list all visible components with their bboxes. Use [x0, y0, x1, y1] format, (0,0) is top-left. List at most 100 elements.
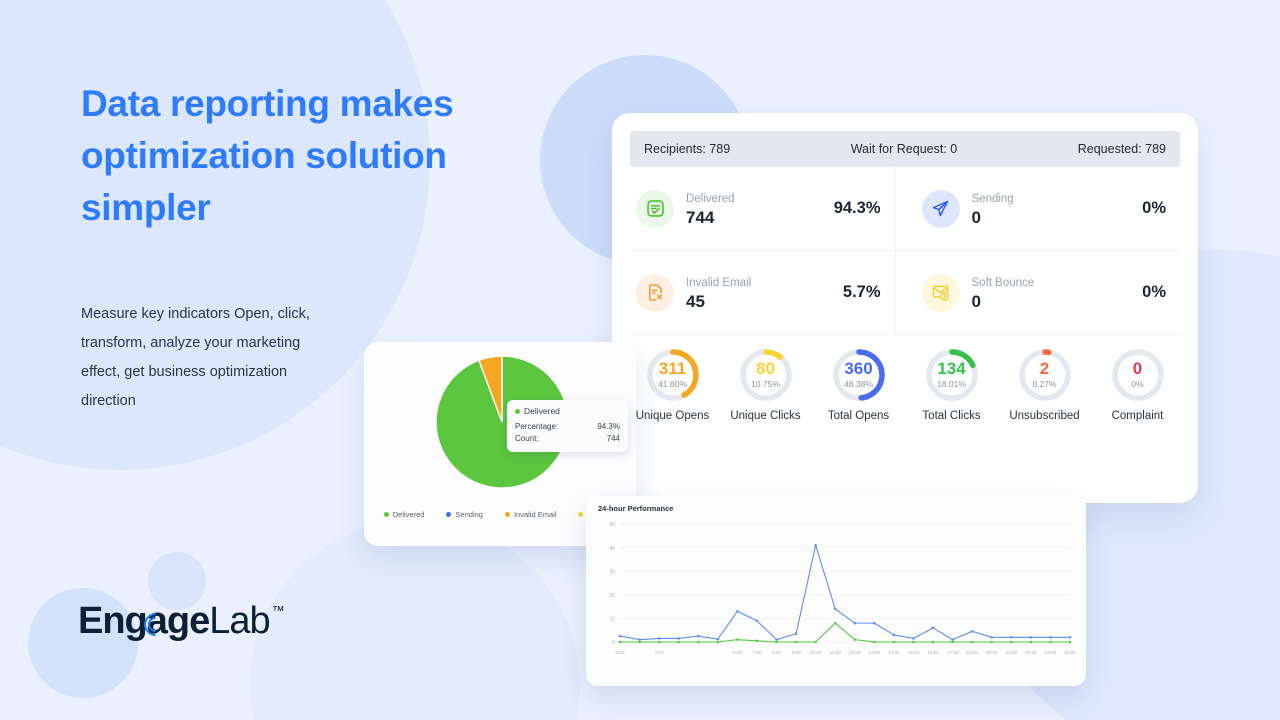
pie-tooltip: Delivered Percentage: 94.3% Count: 744 [507, 400, 628, 452]
gauge-unsubscribed[interactable]: 2 0.27% Unsubscribed [998, 347, 1091, 422]
data-point[interactable] [834, 622, 837, 625]
data-point[interactable] [971, 640, 974, 644]
data-point[interactable] [931, 626, 935, 629]
data-point[interactable] [990, 640, 993, 644]
x-axis-tick-label: 7:00 [752, 650, 761, 655]
gauge-label: Complaint [1111, 410, 1164, 422]
data-point[interactable] [677, 637, 680, 640]
data-point[interactable] [697, 640, 700, 644]
data-point[interactable] [873, 622, 876, 625]
gauge-total-clicks[interactable]: 134 18.01% Total Clicks [905, 347, 998, 422]
gauge-percent: 18.01% [937, 379, 966, 389]
gauge-ring: 134 18.01% [924, 347, 980, 403]
data-point[interactable] [677, 640, 680, 644]
stat-invalid-email[interactable]: Invalid Email 45 5.7% [630, 251, 895, 334]
gauge-unique-clicks[interactable]: 80 10.75% Unique Clicks [719, 347, 812, 422]
gauge-unique-opens[interactable]: 311 41.80% Unique Opens [626, 347, 719, 422]
x-axis-tick-label: 16:00 [927, 650, 939, 655]
x-axis-tick-label: 18:00 [966, 650, 978, 655]
data-point[interactable] [755, 639, 759, 642]
data-point[interactable] [716, 640, 719, 644]
gauge-value: 311 [658, 359, 687, 378]
stat-label: Delivered [686, 193, 735, 205]
stat-grid: Delivered 744 94.3% Sending 0 0% Invalid… [612, 167, 1198, 334]
data-point[interactable] [697, 635, 700, 638]
data-point[interactable] [873, 640, 876, 644]
gauge-complaint[interactable]: 0 0% Complaint [1091, 347, 1184, 422]
data-point[interactable] [638, 640, 641, 644]
tooltip-count-value: 744 [606, 434, 620, 443]
gauge-value: 360 [844, 359, 873, 378]
data-point[interactable] [814, 640, 817, 644]
data-point[interactable] [736, 610, 739, 613]
document-x-icon [636, 273, 674, 312]
tooltip-count-label: Count: [515, 434, 539, 443]
data-point[interactable] [658, 640, 661, 644]
stat-delivered[interactable]: Delivered 744 94.3% [630, 167, 895, 250]
data-point[interactable] [716, 638, 719, 641]
data-point[interactable] [853, 638, 856, 641]
gauge-value: 134 [937, 359, 966, 378]
decorative-circle-bottom [250, 520, 580, 720]
stat-row: Invalid Email 45 5.7% Soft Bounce 0 0% [630, 251, 1180, 334]
paper-plane-icon [921, 189, 960, 228]
data-point[interactable] [971, 630, 974, 633]
data-point[interactable] [794, 632, 798, 635]
legend-dot-icon [504, 512, 510, 517]
data-point[interactable] [1029, 636, 1032, 639]
data-point[interactable] [951, 638, 954, 641]
data-point[interactable] [1049, 636, 1052, 639]
data-point[interactable] [1049, 640, 1052, 644]
data-point[interactable] [755, 619, 759, 622]
x-axis-tick-label: 22:00 [1045, 650, 1057, 655]
stat-value: 0 [971, 208, 981, 227]
data-point[interactable] [775, 638, 778, 641]
gauge-row: 311 41.80% Unique Opens 80 10.75% Unique Clic… [612, 335, 1198, 422]
legend-item-sending[interactable]: Sending [446, 510, 483, 519]
data-point[interactable] [912, 637, 915, 640]
stat-soft-bounce[interactable]: Soft Bounce 0 0% [894, 251, 1181, 334]
gauge-label: Total Clicks [922, 410, 981, 422]
data-point[interactable] [990, 636, 993, 639]
data-point[interactable] [1068, 640, 1072, 644]
stat-text: Delivered 744 [686, 189, 834, 228]
data-point[interactable] [1029, 640, 1032, 644]
data-point[interactable] [931, 640, 935, 644]
data-point[interactable] [853, 622, 856, 625]
data-point[interactable] [658, 637, 661, 640]
data-point[interactable] [834, 607, 837, 611]
gauge-ring: 0 0% [1110, 347, 1166, 403]
data-point[interactable] [638, 638, 641, 641]
data-point[interactable] [892, 633, 896, 637]
x-axis-tick-label: 2:00 [655, 650, 664, 655]
y-axis-tick-label: 10 [609, 617, 615, 623]
data-point[interactable] [794, 640, 798, 644]
wait-request-label: Wait for Request: 0 [850, 142, 958, 156]
gauge-total-opens[interactable]: 360 48.38% Total Opens [812, 347, 905, 422]
legend-item-delivered[interactable]: Delivered [383, 510, 424, 519]
legend-dot-icon [446, 512, 452, 517]
engagelab-logo: Engage Lab ™ [78, 600, 285, 643]
data-point[interactable] [618, 635, 622, 638]
data-point[interactable] [912, 640, 915, 644]
data-point[interactable] [814, 544, 817, 547]
data-point[interactable] [892, 640, 896, 644]
data-point[interactable] [1068, 636, 1072, 639]
data-point[interactable] [1010, 640, 1013, 644]
gauge-label: Unique Clicks [730, 410, 801, 422]
data-point[interactable] [1010, 636, 1013, 639]
data-point[interactable] [618, 640, 622, 644]
y-axis-tick-label: 0 [612, 640, 615, 646]
stat-percent: 0% [1142, 199, 1166, 217]
line-chart[interactable]: 0 10 20 30 40 50 0:00 2:00 6:00 7:00 8:00 9:00 10:00… [594, 516, 1078, 681]
legend-item-invalid-email[interactable]: Invalid Email [504, 510, 556, 519]
x-axis-tick-label: 23:00 [1064, 650, 1076, 655]
envelope-alert-icon [921, 273, 960, 312]
logo-trademark: ™ [271, 603, 285, 618]
data-point[interactable] [775, 640, 778, 644]
stat-sending[interactable]: Sending 0 0% [894, 167, 1181, 250]
data-point[interactable] [736, 638, 739, 641]
data-point[interactable] [951, 640, 954, 644]
x-axis-tick-label: 6:00 [733, 650, 742, 655]
gauge-percent: 41.80% [658, 379, 687, 389]
